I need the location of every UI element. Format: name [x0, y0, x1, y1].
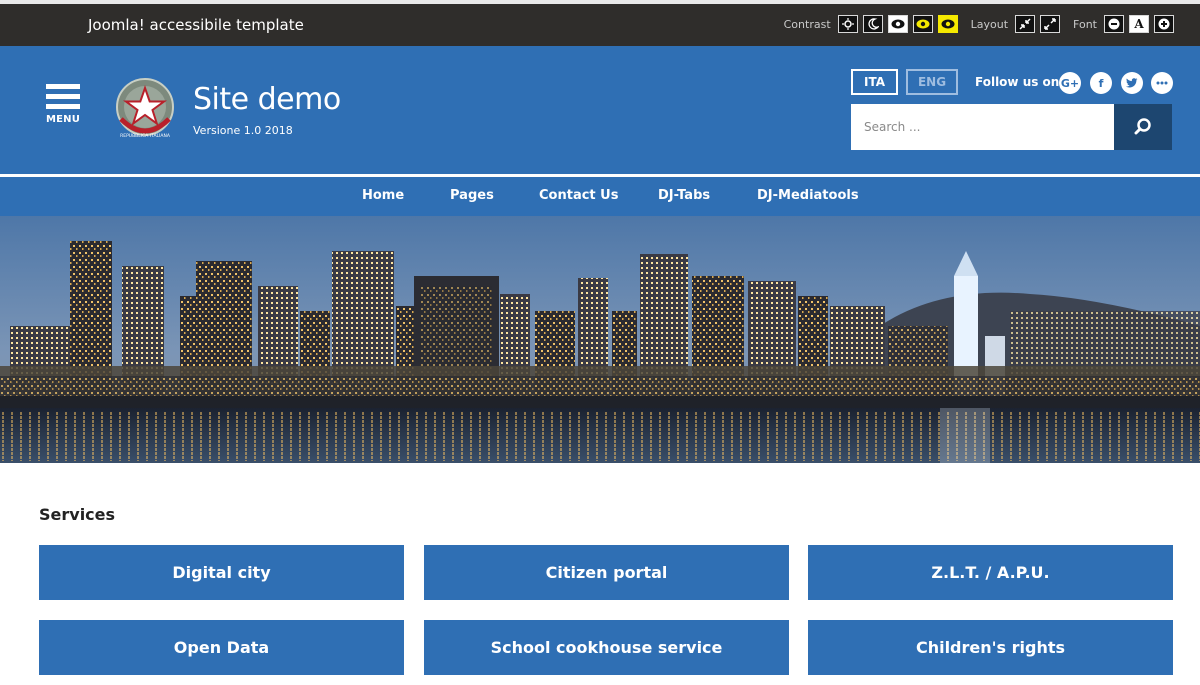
layout-narrow-button[interactable] [1015, 15, 1036, 33]
nav-item-pages[interactable]: Pages [450, 188, 494, 203]
nav-item-dj-mediatools[interactable]: DJ-Mediatools [757, 188, 859, 203]
contrast-yellow-button[interactable] [912, 15, 933, 33]
google-plus-icon[interactable]: G+ [1059, 72, 1081, 94]
search-icon [1134, 118, 1151, 135]
minus-circle-icon [1108, 18, 1120, 30]
font-reset-button[interactable]: A [1129, 15, 1149, 33]
hamburger-icon [46, 84, 80, 89]
main-navigation: Home Pages Contact Us DJ-Tabs DJ-Mediato… [0, 177, 1200, 216]
font-label: Font [1073, 17, 1097, 31]
twitter-icon[interactable] [1121, 72, 1143, 94]
more-icon[interactable] [1151, 72, 1173, 94]
twitter-bird-icon [1126, 78, 1138, 88]
italian-republic-emblem-icon: REPUBBLICA ITALIANA [116, 78, 174, 139]
ellipsis-icon [1156, 81, 1168, 85]
service-school-cookhouse-button[interactable]: School cookhouse service [424, 620, 789, 675]
contrast-label: Contrast [783, 17, 831, 31]
service-citizen-portal-button[interactable]: Citizen portal [424, 545, 789, 600]
hamburger-bar [46, 94, 80, 99]
compress-icon [1019, 18, 1031, 30]
language-eng-button[interactable]: ENG [906, 69, 958, 95]
follow-us-label: Follow us on: [975, 75, 1065, 89]
nav-item-home[interactable]: Home [362, 188, 404, 203]
layout-label: Layout [970, 17, 1009, 31]
layout-wide-button[interactable] [1040, 15, 1061, 33]
facebook-icon[interactable]: f [1090, 72, 1112, 94]
contrast-high-button[interactable] [887, 15, 908, 33]
accessibility-toolbar: Joomla! accessibile template Contrast La… [0, 0, 1200, 46]
hamburger-bar [46, 104, 80, 109]
contrast-yellow-inverse-button[interactable] [937, 15, 958, 33]
menu-button[interactable]: MENU [46, 84, 82, 130]
font-decrease-button[interactable] [1104, 15, 1124, 33]
accessibility-tools: Contrast Layout Font A [776, 15, 1174, 33]
svg-text:REPUBBLICA ITALIANA: REPUBBLICA ITALIANA [120, 133, 171, 139]
service-childrens-rights-button[interactable]: Children's rights [808, 620, 1173, 675]
service-open-data-button[interactable]: Open Data [39, 620, 404, 675]
eye-icon [941, 19, 955, 29]
city-skyline-illustration [0, 216, 1200, 463]
site-title[interactable]: Site demo [193, 82, 341, 117]
menu-label: MENU [46, 114, 81, 125]
page: Joomla! accessibile template Contrast La… [0, 0, 1200, 685]
contrast-night-button[interactable] [862, 15, 883, 33]
contrast-normal-button[interactable] [837, 15, 858, 33]
language-ita-button[interactable]: ITA [851, 69, 898, 95]
font-increase-button[interactable] [1154, 15, 1174, 33]
search-input[interactable] [851, 104, 1114, 150]
nav-item-dj-tabs[interactable]: DJ-Tabs [658, 188, 710, 203]
service-digital-city-button[interactable]: Digital city [39, 545, 404, 600]
service-zlt-apu-button[interactable]: Z.L.T. / A.P.U. [808, 545, 1173, 600]
expand-icon [1044, 18, 1056, 30]
plus-circle-icon [1158, 18, 1170, 30]
eye-icon [891, 19, 905, 29]
nav-item-contact-us[interactable]: Contact Us [539, 188, 618, 203]
site-header: MENU REPUBBLICA ITALIANA Site demo Versi… [0, 46, 1200, 174]
eye-icon [916, 19, 930, 29]
moon-icon [868, 18, 879, 30]
hero-city-skyline-image [0, 216, 1200, 463]
services-title: Services [39, 505, 116, 524]
sun-icon [841, 18, 854, 30]
toolbar-brand: Joomla! accessibile template [88, 16, 304, 34]
font-a-icon: A [1134, 17, 1144, 31]
site-version: Versione 1.0 2018 [193, 124, 293, 137]
search-button[interactable] [1114, 104, 1172, 150]
